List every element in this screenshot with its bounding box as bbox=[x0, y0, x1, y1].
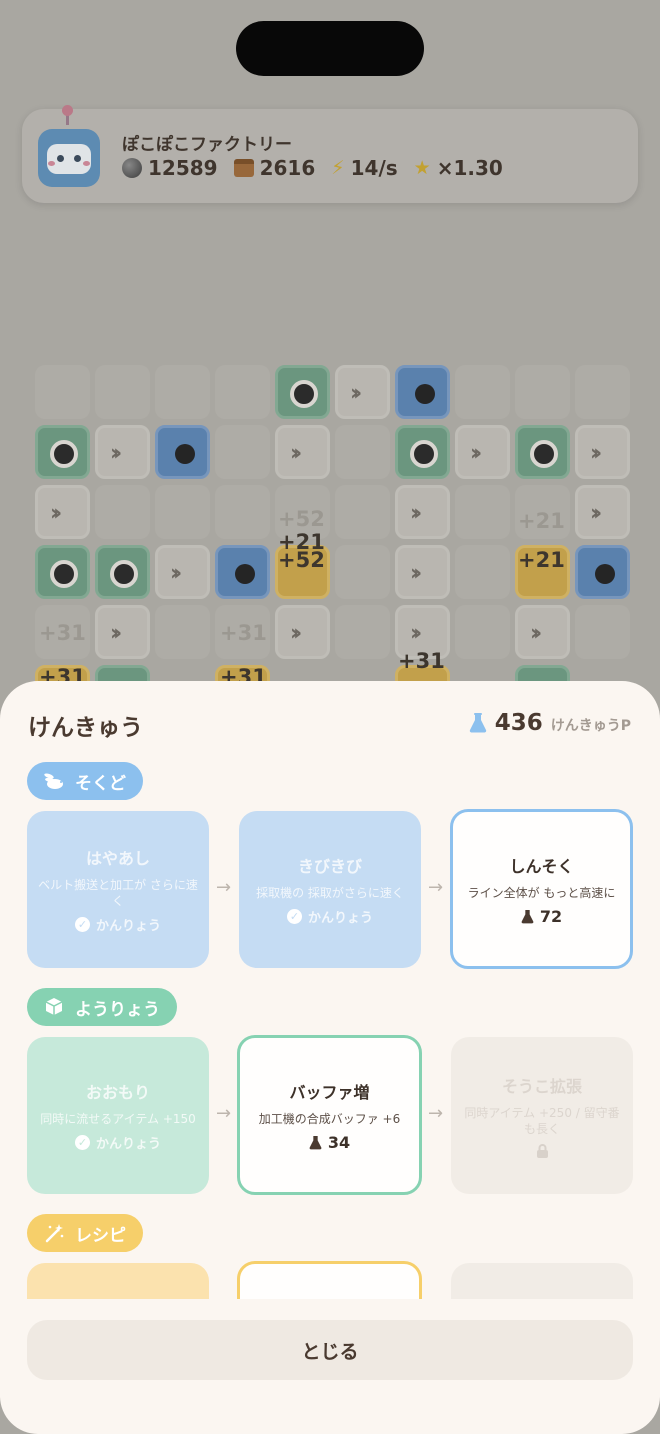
card-name: きびきび bbox=[297, 857, 362, 876]
rabbit-icon bbox=[44, 773, 63, 789]
card-name: しんそく bbox=[509, 856, 574, 876]
flask-icon bbox=[469, 713, 486, 733]
section-header-capacity: ようりょう bbox=[27, 988, 177, 1026]
card-status: ✓ かんりょう bbox=[74, 1133, 161, 1152]
check-icon: ✓ bbox=[74, 917, 90, 932]
close-button[interactable]: とじる bbox=[27, 1320, 633, 1380]
flask-icon bbox=[521, 909, 534, 923]
arrow-right-icon: → bbox=[428, 1103, 444, 1124]
card-name: バッファ増 bbox=[289, 1082, 370, 1102]
arrow-right-icon: → bbox=[216, 1103, 232, 1124]
flask-icon bbox=[309, 1135, 322, 1149]
research-card-oomori[interactable]: おおもり 同時に流せるアイテム +150 ✓ かんりょう bbox=[27, 1037, 209, 1194]
wand-icon bbox=[45, 1224, 64, 1243]
status-label: かんりょう bbox=[95, 1137, 161, 1152]
arrow-right-icon: → bbox=[428, 877, 444, 898]
points-unit: けんきゅうP bbox=[550, 718, 631, 734]
research-card-hayaashi[interactable]: はやあし ベルト搬送と加工が さらに速く ✓ かんりょう bbox=[27, 811, 209, 968]
card-status bbox=[536, 1143, 549, 1159]
card-status: ✓ かんりょう bbox=[74, 915, 161, 934]
check-icon: ✓ bbox=[286, 909, 302, 924]
section-header-speed: そくど bbox=[27, 762, 143, 800]
research-card-recipe-2[interactable] bbox=[237, 1261, 422, 1299]
points-value: 436 bbox=[494, 710, 543, 736]
card-name: おおもり bbox=[85, 1083, 150, 1102]
cost-value: 72 bbox=[539, 906, 563, 926]
cost-value: 34 bbox=[327, 1132, 351, 1152]
research-card-buffer[interactable]: バッファ増 加工機の合成バッファ +6 34 bbox=[237, 1035, 422, 1195]
card-name: はやあし bbox=[85, 849, 150, 868]
research-card-kibikibi[interactable]: きびきび 採取機の 採取がさらに速く ✓ かんりょう bbox=[239, 811, 421, 968]
research-card-shinsoku[interactable]: しんそく ライン全体が もっと高速に 72 bbox=[450, 809, 633, 969]
research-card-recipe-3[interactable] bbox=[451, 1263, 633, 1299]
section-label: ようりょう bbox=[75, 999, 160, 1020]
card-description: 採取機の 採取がさらに速く bbox=[256, 886, 404, 900]
card-description: 同時に流せるアイテム +150 bbox=[40, 1112, 196, 1126]
section-label: レシピ bbox=[75, 1225, 126, 1246]
box-icon bbox=[45, 998, 63, 1015]
section-header-recipe: レシピ bbox=[27, 1214, 143, 1252]
arrow-right-icon: → bbox=[216, 877, 232, 898]
card-name: そうこ拡張 bbox=[501, 1076, 582, 1096]
status-label: かんりょう bbox=[95, 919, 161, 934]
research-points: 436 けんきゅうP bbox=[469, 710, 631, 736]
card-description: ベルト搬送と加工が さらに速く bbox=[38, 878, 198, 908]
card-description: 同時アイテム +250 / 留守番も長く bbox=[464, 1105, 620, 1136]
card-description: ライン全体が もっと高速に bbox=[467, 885, 616, 900]
sheet-title: けんきゅう bbox=[28, 715, 143, 741]
card-cost: 72 bbox=[521, 907, 562, 926]
research-list[interactable]: そくど はやあし ベルト搬送と加工が さらに速く ✓ かんりょう → きびきび 採… bbox=[0, 757, 660, 1299]
research-sheet: けんきゅう 436 けんきゅうP そくど はやあし ベルト搬送と加工が さらに速… bbox=[0, 681, 660, 1434]
check-icon: ✓ bbox=[74, 1135, 90, 1150]
card-cost: 34 bbox=[309, 1133, 350, 1152]
lock-icon bbox=[536, 1143, 548, 1158]
card-status: ✓ かんりょう bbox=[286, 907, 373, 926]
research-card-recipe-1[interactable] bbox=[27, 1263, 209, 1299]
section-label: そくど bbox=[75, 773, 126, 794]
card-description: 加工機の合成バッファ +6 bbox=[258, 1111, 401, 1126]
status-label: かんりょう bbox=[307, 911, 373, 926]
research-card-souko[interactable]: そうこ拡張 同時アイテム +250 / 留守番も長く bbox=[451, 1037, 633, 1194]
